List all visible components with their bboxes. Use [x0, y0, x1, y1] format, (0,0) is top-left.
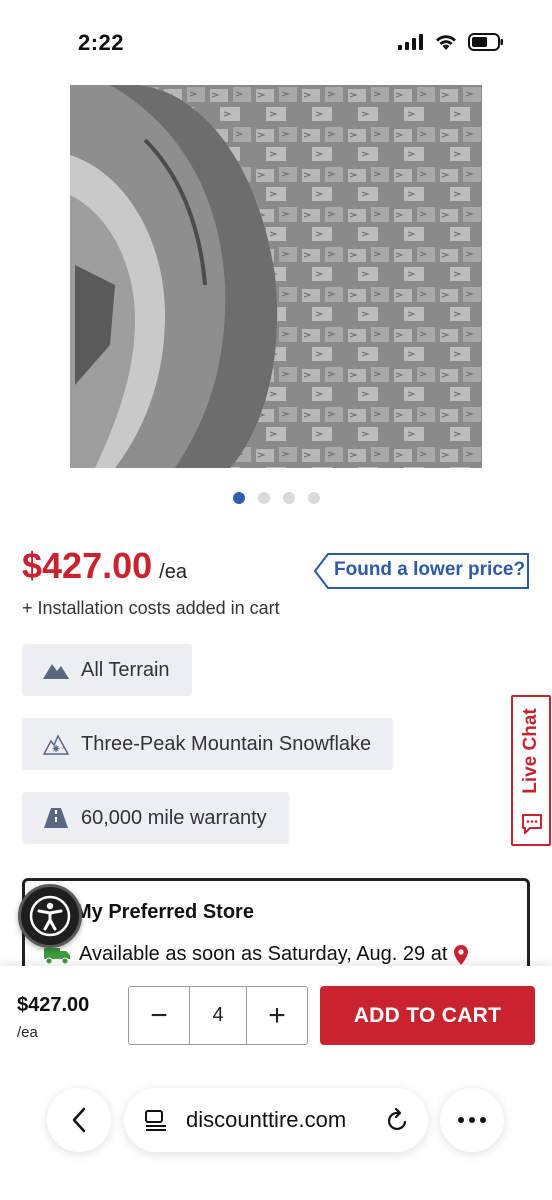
- feature-label: Three-Peak Mountain Snowflake: [81, 732, 372, 755]
- installation-note: + Installation costs added in cart: [22, 598, 280, 618]
- browser-url-text: discounttire.com: [186, 1107, 347, 1132]
- browser-more-button[interactable]: [440, 1088, 504, 1152]
- carousel-dot[interactable]: [307, 492, 320, 504]
- snowflake-mountain-icon: [42, 732, 70, 756]
- price: $427.00 /ea: [22, 545, 187, 587]
- browser-address-bar[interactable]: discounttire.com: [124, 1088, 428, 1152]
- price-amount: $427.00: [22, 545, 153, 586]
- cellular-signal-icon: [398, 34, 423, 50]
- status-icons: [398, 33, 504, 51]
- feature-tag-warranty: 60,000 mile warranty: [22, 792, 289, 844]
- quantity-value[interactable]: 4: [189, 987, 247, 1044]
- location-pin-icon: [454, 944, 469, 965]
- wifi-icon: [436, 35, 456, 50]
- product-image[interactable]: [70, 85, 482, 468]
- tire-image: [70, 85, 482, 468]
- purchase-bar-unit: /ea: [17, 1024, 38, 1041]
- decrement-button[interactable]: −: [129, 987, 189, 1044]
- more-dots-icon: [458, 1117, 486, 1123]
- chat-bubble-icon: [522, 814, 542, 834]
- carousel-dot[interactable]: [257, 492, 270, 504]
- carousel-dot[interactable]: [282, 492, 295, 504]
- found-lower-price-button[interactable]: Found a lower price?: [314, 553, 530, 589]
- live-chat-label: Live Chat: [520, 708, 541, 794]
- feature-tag-terrain: All Terrain: [22, 644, 192, 696]
- feature-label: 60,000 mile warranty: [81, 806, 267, 829]
- store-availability: Available as soon as Saturday, Aug. 29 a…: [43, 943, 469, 966]
- page-menu-icon: [145, 1110, 166, 1131]
- store-title: My Preferred Store: [75, 901, 254, 923]
- status-time: 2:22: [78, 30, 125, 55]
- status-bar: 2:22: [0, 0, 552, 80]
- battery-icon: [468, 33, 503, 51]
- reload-icon[interactable]: [386, 1107, 410, 1133]
- purchase-bar-price: $427.00: [17, 994, 90, 1016]
- carousel-dots: [0, 492, 552, 504]
- feature-label: All Terrain: [81, 658, 170, 681]
- road-icon: [42, 806, 70, 830]
- quantity-stepper: − 4 +: [128, 986, 308, 1045]
- feature-tag-snowflake: Three-Peak Mountain Snowflake: [22, 718, 394, 770]
- found-lower-price-label: Found a lower price?: [334, 559, 526, 580]
- accessibility-button[interactable]: [18, 884, 82, 948]
- purchase-bar: $427.00 /ea − 4 + ADD TO CART: [0, 966, 552, 1200]
- availability-text: Available as soon as Saturday, Aug. 29 a…: [79, 943, 448, 965]
- mountain-icon: [42, 658, 70, 682]
- accessibility-icon: [29, 895, 71, 937]
- browser-back-button[interactable]: [47, 1088, 111, 1152]
- price-unit: /ea: [159, 561, 187, 583]
- carousel-dot[interactable]: [232, 492, 245, 504]
- chevron-left-icon: [72, 1107, 86, 1133]
- add-to-cart-button[interactable]: ADD TO CART: [320, 986, 535, 1045]
- increment-button[interactable]: +: [247, 987, 307, 1044]
- live-chat-button[interactable]: Live Chat: [511, 695, 551, 846]
